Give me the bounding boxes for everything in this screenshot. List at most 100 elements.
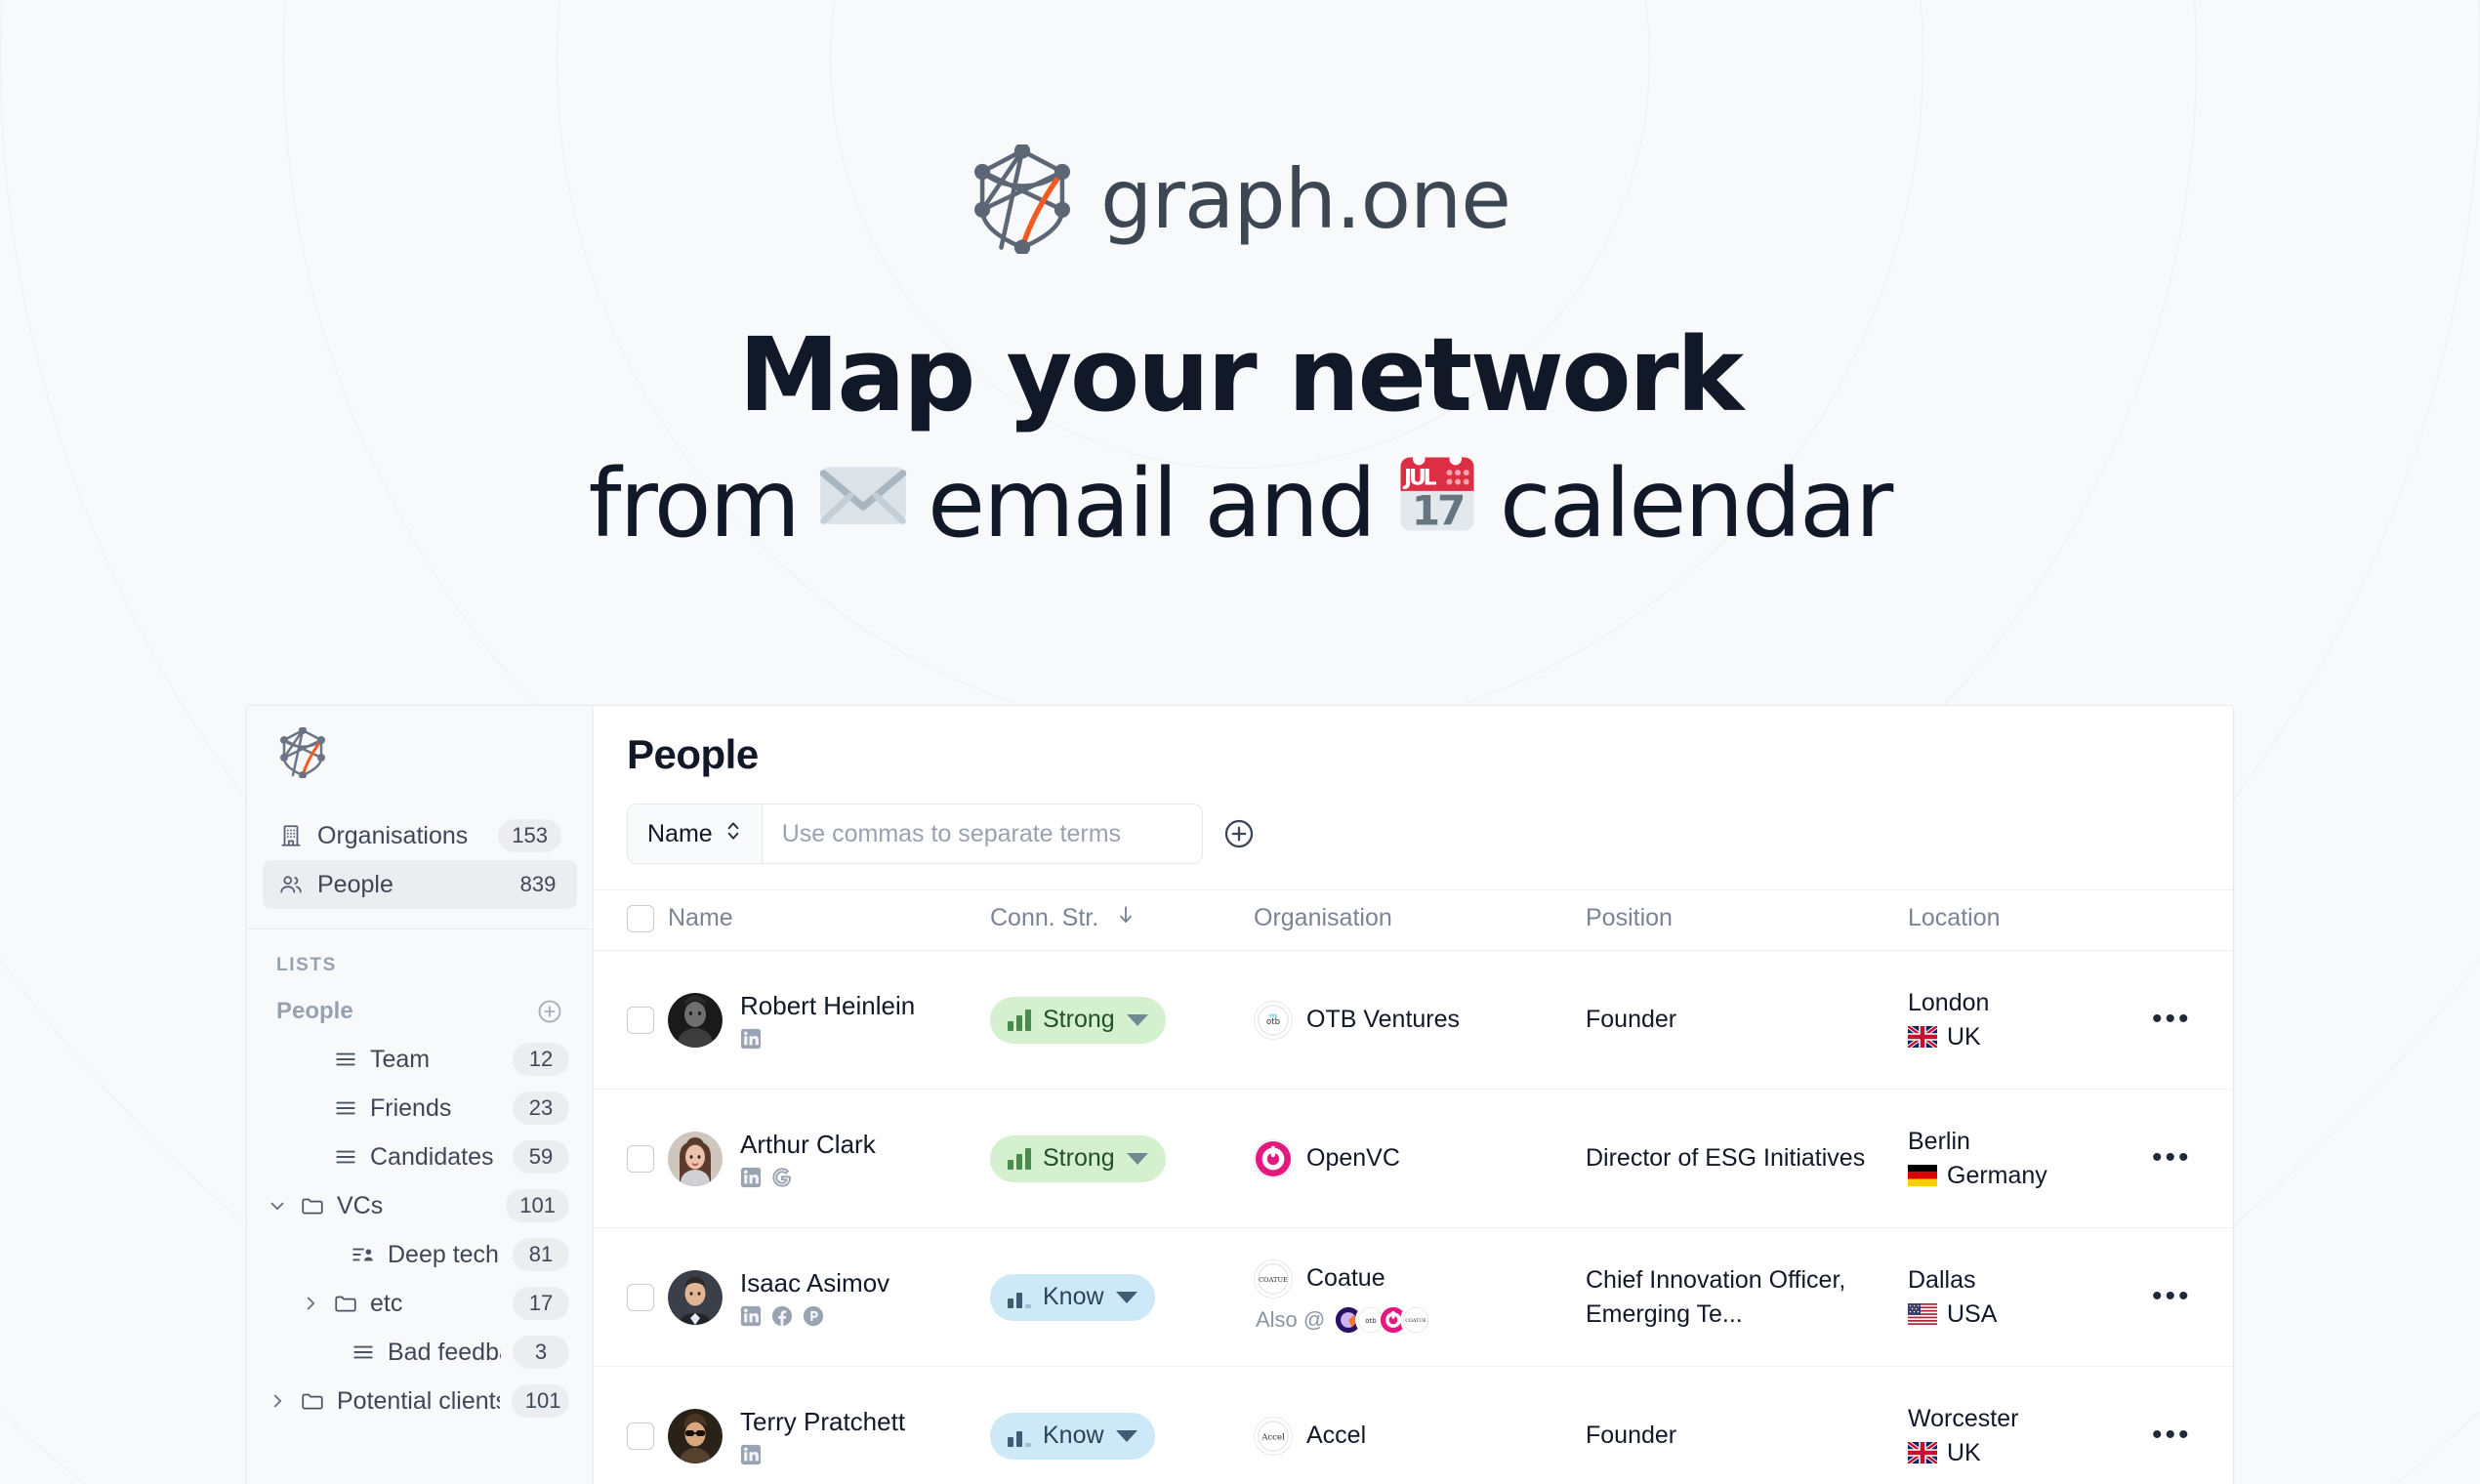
sidebar-item-count: 839 <box>519 872 557 896</box>
list-icon <box>333 1095 358 1121</box>
sidebar-list-item-label: Bad feedback <box>388 1338 501 1366</box>
sidebar-list-item[interactable]: etc 17 <box>247 1279 593 1328</box>
column-header-organisation[interactable]: Organisation <box>1254 889 1586 951</box>
people-icon <box>278 872 304 897</box>
list-group-people[interactable]: People <box>247 976 593 1035</box>
hero-section: graph.one Map your network from email an… <box>0 0 2480 565</box>
connection-strength-cell: Strong <box>990 950 1254 1090</box>
chevron-right-icon[interactable] <box>267 1390 288 1412</box>
column-header-conn-str-label: Conn. Str. <box>990 904 1099 931</box>
connection-strength-badge[interactable]: Strong <box>990 996 1166 1044</box>
also-at-row[interactable]: Also @ otb COATUE <box>1254 1303 1586 1336</box>
search-box: Name <box>627 804 1203 864</box>
table-header: Name Conn. Str. Organisation Position Lo… <box>594 889 2233 951</box>
sidebar-list-item[interactable]: Friends 23 <box>247 1084 593 1133</box>
add-filter-button[interactable] <box>1222 817 1256 850</box>
person-name[interactable]: Terry Pratchett <box>740 1407 905 1437</box>
facebook-icon[interactable] <box>771 1305 793 1327</box>
svg-text:otb: otb <box>1266 1016 1280 1026</box>
brand-logo: graph.one <box>0 0 2480 254</box>
connection-strength-badge[interactable]: Know <box>990 1412 1155 1460</box>
sidebar-list-item[interactable]: Deep tech 81 <box>247 1230 593 1279</box>
organisation-name[interactable]: OpenVC <box>1306 1144 1400 1173</box>
table-row[interactable]: Arthur Clark Strong OpenVC Director of E… <box>594 1089 2233 1228</box>
linkedin-icon[interactable] <box>740 1444 762 1465</box>
people-table: Name Conn. Str. Organisation Position Lo… <box>594 889 2233 1484</box>
organisation-name[interactable]: Accel <box>1306 1422 1366 1450</box>
linkedin-icon[interactable] <box>740 1305 762 1327</box>
position-text: Chief Innovation Officer, Emerging Te... <box>1586 1266 1846 1328</box>
row-checkbox[interactable] <box>627 1006 654 1034</box>
connection-strength-label: Know <box>1043 1422 1104 1449</box>
person-name[interactable]: Robert Heinlein <box>740 991 915 1021</box>
linkedin-icon[interactable] <box>740 1028 762 1050</box>
sidebar-list-item[interactable]: Bad feedback 3 <box>247 1328 593 1377</box>
germany-flag <box>1908 1165 1937 1186</box>
search-field-select[interactable]: Name <box>628 804 763 863</box>
avatar <box>668 1408 723 1463</box>
svg-text:COATUE: COATUE <box>1405 1318 1426 1324</box>
organisation-name[interactable]: OTB Ventures <box>1306 1006 1460 1034</box>
row-more-menu-button[interactable]: ••• <box>2152 1419 2192 1451</box>
sidebar-list-item[interactable]: Potential clients... 101 <box>247 1377 593 1425</box>
row-select-cell <box>594 1366 668 1484</box>
list-icon <box>333 1047 358 1072</box>
row-more-menu-button[interactable]: ••• <box>2152 1003 2192 1035</box>
row-checkbox[interactable] <box>627 1283 654 1311</box>
location-cell: London UK <box>1906 950 2152 1090</box>
person-name[interactable]: Arthur Clark <box>740 1130 876 1160</box>
also-at-label: Also @ <box>1256 1306 1326 1332</box>
sidebar-item-organisations[interactable]: Organisations 153 <box>263 811 577 860</box>
connection-strength-badge[interactable]: Know <box>990 1273 1155 1321</box>
sort-chevrons-icon <box>724 819 742 849</box>
producthunt-icon[interactable] <box>803 1305 824 1327</box>
organisation-logo: otb <box>1254 1000 1293 1040</box>
sidebar-list-item[interactable]: Candidates 59 <box>247 1133 593 1181</box>
sidebar-list-item[interactable]: VCs 101 <box>247 1181 593 1230</box>
sidebar-list-item[interactable]: Team 12 <box>247 1035 593 1084</box>
row-more-menu-button[interactable]: ••• <box>2152 1280 2192 1312</box>
location-city: London <box>1908 988 1990 1016</box>
sidebar-list-item-label: VCs <box>337 1191 384 1219</box>
connection-strength-label: Strong <box>1043 1006 1115 1033</box>
linkedin-icon[interactable] <box>740 1167 762 1188</box>
row-more-menu-button[interactable]: ••• <box>2152 1141 2192 1174</box>
row-checkbox[interactable] <box>627 1144 654 1173</box>
search-input[interactable] <box>762 804 1202 863</box>
sidebar-item-people[interactable]: People 839 <box>263 860 577 909</box>
person-name[interactable]: Isaac Asimov <box>740 1268 889 1298</box>
chevron-right-icon[interactable] <box>300 1293 321 1314</box>
google-icon[interactable] <box>771 1167 793 1188</box>
row-checkbox[interactable] <box>627 1422 654 1450</box>
chevron-down-icon <box>1126 1152 1148 1165</box>
table-row[interactable]: Terry Pratchett Know Accel Accel Founder… <box>594 1366 2233 1484</box>
position-cell: Director of ESG Initiatives <box>1586 1089 1908 1228</box>
column-header-location[interactable]: Location <box>1908 889 2152 951</box>
subhead-word-email-and: email and <box>928 448 1377 558</box>
connection-strength-badge[interactable]: Strong <box>990 1134 1166 1182</box>
building-icon <box>278 823 304 848</box>
list-group-label: People <box>276 998 353 1024</box>
sidebar-logo[interactable] <box>247 706 593 778</box>
page-headline: Map your network <box>738 315 1744 434</box>
organisation-logo: Accel <box>1254 1416 1293 1456</box>
svg-text:otb: otb <box>1366 1317 1378 1325</box>
sidebar-list-item-count: 23 <box>513 1092 569 1125</box>
organisation-cell: Accel Accel <box>1254 1366 1586 1484</box>
organisation-name[interactable]: Coatue <box>1306 1264 1385 1293</box>
plus-circle-icon[interactable] <box>536 998 563 1025</box>
column-header-conn-str[interactable]: Conn. Str. <box>990 889 1254 951</box>
column-header-position[interactable]: Position <box>1586 889 1908 951</box>
table-row[interactable]: Robert Heinlein Strong otb OTB Ventures … <box>594 950 2233 1090</box>
chevron-down-icon <box>1115 1429 1137 1442</box>
row-actions-cell: ••• <box>2152 1089 2233 1228</box>
select-all-checkbox[interactable] <box>627 904 654 932</box>
social-links <box>740 1028 915 1050</box>
sidebar-list-item-label: Friends <box>370 1093 452 1122</box>
page-subheadline: from email and JUL 17 calendar <box>0 443 2480 565</box>
connection-strength-label: Strong <box>1043 1144 1115 1172</box>
chevron-down-icon[interactable] <box>267 1195 288 1216</box>
also-at-avatars: otb COATUE <box>1333 1303 1432 1336</box>
column-header-name[interactable]: Name <box>668 889 990 951</box>
table-row[interactable]: Isaac Asimov Know COATUE Coatue Also @ o… <box>594 1227 2233 1367</box>
